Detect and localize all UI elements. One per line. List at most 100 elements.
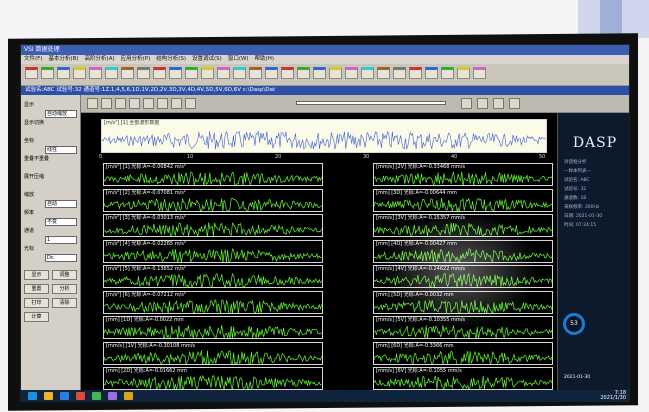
toolbar-button-icon[interactable] xyxy=(217,67,230,79)
toolbar-button-icon[interactable] xyxy=(137,67,150,79)
toolbar-button-icon[interactable] xyxy=(361,67,374,79)
toolbar-button-icon[interactable] xyxy=(473,67,486,79)
toolbar-button-icon[interactable] xyxy=(105,67,118,79)
playback-button-icon[interactable] xyxy=(171,98,182,109)
toolbar-button-icon[interactable] xyxy=(233,67,246,79)
playback-button-icon[interactable] xyxy=(87,98,98,109)
waveform-channel[interactable]: [mm/s] [4V] 光标:A=-0.24622 mm/s xyxy=(373,265,553,288)
channel-waveform xyxy=(374,222,552,236)
playback-button-icon[interactable] xyxy=(143,98,154,109)
window-title: VSI 数据处理 xyxy=(21,45,629,55)
menu-item[interactable]: 窗口(W) xyxy=(228,56,249,62)
overview-tick-label: 0 xyxy=(99,154,103,160)
waveform-channel[interactable]: [m/s²] [6] 光标:A=-0.07212 m/s² xyxy=(103,290,323,314)
toolbar-button-icon[interactable] xyxy=(73,67,86,79)
waveform-channel[interactable]: [m/s²] [5] 光标:A=-0.13652 m/s² xyxy=(103,265,323,288)
control-select[interactable]: 线性 xyxy=(45,146,77,154)
menu-item[interactable]: 设置调试(S) xyxy=(192,56,222,62)
channel-trace xyxy=(104,222,322,236)
channel-label: [m/s²] [3] 光标:A=-0.03013 m/s² xyxy=(106,215,186,221)
playback-button-icon[interactable] xyxy=(157,98,168,109)
toolbar-button-icon[interactable] xyxy=(41,67,54,79)
toolbar-button-icon[interactable] xyxy=(457,67,470,79)
waveform-channel[interactable]: [m/s²] [1] 光标:A=-0.00842 m/s² xyxy=(103,163,323,186)
toolbar-button-icon[interactable] xyxy=(377,67,390,79)
waveform-channel[interactable]: [mm] [2D] 光标:A=-0.01662 mm xyxy=(103,367,323,390)
menu-item[interactable]: 高阶分析(A) xyxy=(85,56,115,62)
channel-waveform xyxy=(374,375,552,389)
toolbar-button-icon[interactable] xyxy=(185,67,198,79)
menu-item[interactable]: 应用分析(P) xyxy=(121,56,151,62)
waveform-channel[interactable]: [mm] [6D] 光标:A=-0.3366 mm xyxy=(373,341,553,365)
playback-button-icon[interactable] xyxy=(129,98,140,109)
control-select[interactable]: Dc xyxy=(45,254,77,262)
waveform-channel[interactable]: [mm] [3D] 光标:A=-0.00644 mm xyxy=(373,188,553,212)
waveform-channel[interactable]: [mm/s] [3V] 光标:A=-0.15357 mm/s xyxy=(373,214,553,237)
control-button[interactable]: 调整 xyxy=(52,270,77,280)
cpu-gauge: 53 xyxy=(563,313,585,335)
time-slider[interactable] xyxy=(296,101,446,105)
toolbar-button-icon[interactable] xyxy=(329,67,342,79)
toolbar-button-icon[interactable] xyxy=(57,67,70,79)
playback-button-icon[interactable] xyxy=(493,98,504,109)
taskbar-app-icon[interactable] xyxy=(60,392,69,400)
toolbar-button-icon[interactable] xyxy=(313,67,326,79)
waveform-channel[interactable]: [m/s²] [2] 光标:A=-0.07081 m/s² xyxy=(103,188,323,212)
toolbar-button-icon[interactable] xyxy=(297,67,310,79)
channel-trace xyxy=(374,196,552,211)
playback-button-icon[interactable] xyxy=(477,98,488,109)
toolbar-button-icon[interactable] xyxy=(409,67,422,79)
toolbar-button-icon[interactable] xyxy=(153,67,166,79)
control-select[interactable]: 自动 xyxy=(45,200,77,208)
control-button[interactable]: 清除 xyxy=(52,298,77,308)
taskbar-app-icon[interactable] xyxy=(108,392,117,400)
control-button[interactable]: 重置 xyxy=(24,284,49,294)
toolbar-button-icon[interactable] xyxy=(201,67,214,79)
channel-trace xyxy=(104,325,322,338)
waveform-channel[interactable]: [m/s²] [4] 光标:A=-0.02265 m/s² xyxy=(103,239,323,263)
waveform-channel[interactable]: [mm] [4D] 光标:A=-0.00427 mm xyxy=(373,239,553,263)
taskbar-app-icon[interactable] xyxy=(28,392,37,400)
toolbar-button-icon[interactable] xyxy=(345,67,358,79)
playback-button-icon[interactable] xyxy=(461,98,472,109)
taskbar-app-icon[interactable] xyxy=(44,392,53,400)
control-button[interactable]: 打印 xyxy=(24,298,49,308)
playback-button-icon[interactable] xyxy=(101,98,112,109)
menu-item[interactable]: 结构分析(S) xyxy=(156,56,186,62)
taskbar-app-icon[interactable] xyxy=(124,392,133,400)
toolbar-button-icon[interactable] xyxy=(281,67,294,79)
control-select[interactable]: 1 xyxy=(45,236,77,244)
toolbar-button-icon[interactable] xyxy=(121,67,134,79)
menu-item[interactable]: 基本分析(B) xyxy=(48,56,78,62)
waveform-channel[interactable]: [mm/s] [5V] 光标:A=-0.10355 mm/s xyxy=(373,316,553,339)
menu-item[interactable]: 帮助(H) xyxy=(255,56,274,62)
waveform-channel[interactable]: [mm/s] [2V] 光标:A=-0.33468 mm/s xyxy=(373,163,553,186)
toolbar-button-icon[interactable] xyxy=(393,67,406,79)
toolbar-button-icon[interactable] xyxy=(249,67,262,79)
waveform-channel[interactable]: [mm] [1D] 光标:A=-0.0022 mm xyxy=(103,316,323,339)
waveform-channel[interactable]: [m/s²] [3] 光标:A=-0.03013 m/s² xyxy=(103,214,323,237)
control-button[interactable]: 显示 xyxy=(24,270,49,280)
toolbar-button-icon[interactable] xyxy=(169,67,182,79)
taskbar-app-icon[interactable] xyxy=(92,392,101,400)
control-button[interactable]: 分析 xyxy=(52,284,77,294)
control-select[interactable]: 不变 xyxy=(45,218,77,226)
taskbar-app-icon[interactable] xyxy=(76,392,85,400)
menu-item[interactable]: 文件(F) xyxy=(24,56,42,62)
toolbar-button-icon[interactable] xyxy=(265,67,278,79)
playback-button-icon[interactable] xyxy=(185,98,196,109)
toolbar-button-icon[interactable] xyxy=(89,67,102,79)
playback-button-icon[interactable] xyxy=(509,98,520,109)
toolbar-button-icon[interactable] xyxy=(25,67,38,79)
control-panel: 显示 自动缩放 显示切换 坐标 线性 重叠不重叠 展开压缩 缩放 自动 频率 不变 通道 1 光标 Dc 显示… xyxy=(21,95,81,399)
toolbar-button-icon[interactable] xyxy=(425,67,438,79)
waveform-channel[interactable]: [mm/s] [6V] 光标:A=-0.1055 mm/s xyxy=(373,367,553,390)
control-select[interactable]: 自动缩放 xyxy=(45,110,77,118)
waveform-channel[interactable]: [mm] [5D] 光标:A=-0.0032 mm xyxy=(373,290,553,314)
playback-button-icon[interactable] xyxy=(115,98,126,109)
photo-scene: VSI 数据处理 文件(F) 基本分析(B) 高阶分析(A) 应用分析(P) 结构分析(… xyxy=(0,0,649,412)
control-button[interactable]: 计算 xyxy=(24,312,49,322)
waveform-channel[interactable]: [mm/s] [1V] 光标:A=-0.30108 mm/s xyxy=(103,341,323,365)
overview-channel[interactable]: [m/s²] [1] 全部波形数据 xyxy=(101,119,547,153)
toolbar-button-icon[interactable] xyxy=(441,67,454,79)
